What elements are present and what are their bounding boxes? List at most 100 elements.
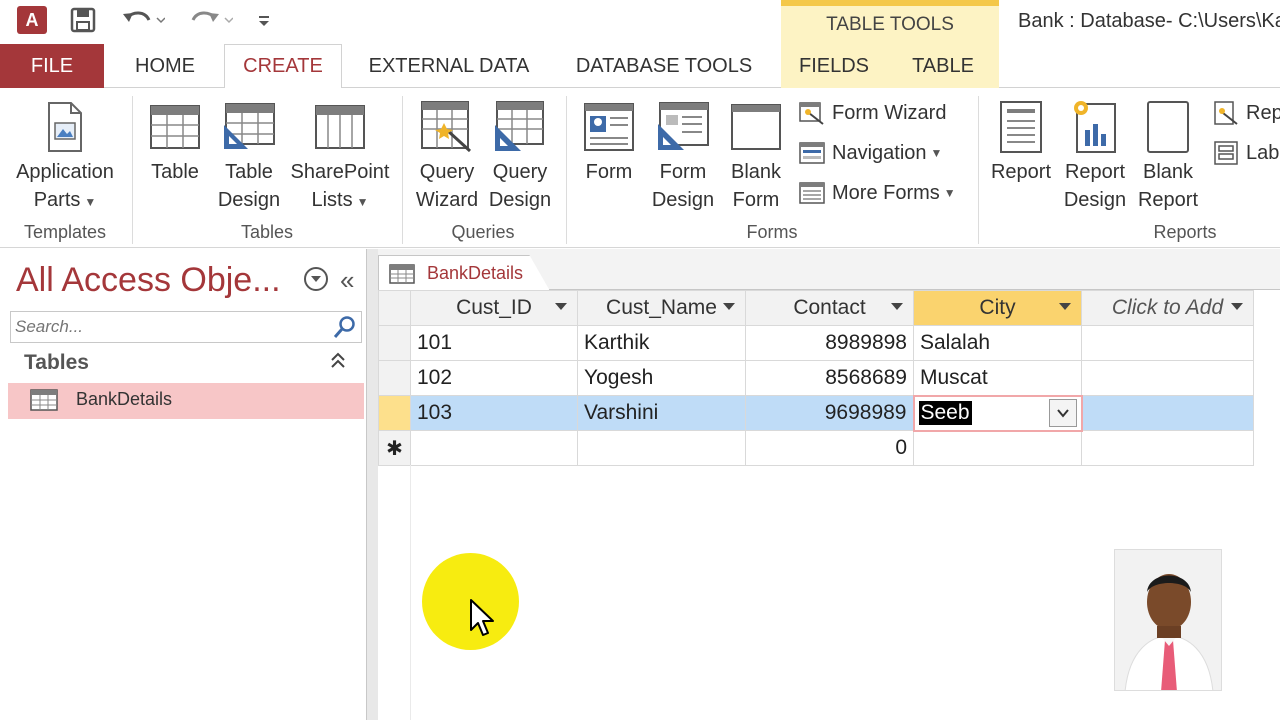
table-row[interactable]: 101 Karthik 8989898 Salalah [378, 325, 1254, 361]
table-design-icon [222, 96, 276, 158]
tab-fields[interactable]: FIELDS [781, 44, 887, 88]
ribbon: Application Parts ▼ Templates Table Table… [0, 88, 1280, 248]
cell-cust-id[interactable]: 103 [410, 395, 578, 431]
blank-report-label-2: Report [1137, 189, 1199, 211]
form-design-button[interactable]: Form Design [648, 96, 718, 214]
undo-icon[interactable] [118, 6, 168, 34]
report-label: Report [990, 161, 1052, 183]
application-parts-button[interactable]: Application Parts ▼ [6, 96, 124, 216]
nav-item-bankdetails[interactable]: BankDetails [8, 383, 364, 419]
collapse-section-icon[interactable] [330, 351, 346, 373]
cell-cust-id[interactable] [410, 430, 578, 466]
cell-click-to-add[interactable] [1081, 325, 1254, 361]
row-selector[interactable] [378, 360, 411, 396]
navigation-button[interactable]: Navigation ▼ [798, 136, 942, 170]
report-design-button[interactable]: Report Design [1060, 96, 1130, 214]
cell-click-to-add[interactable] [1081, 395, 1254, 431]
tables-section-header[interactable]: Tables [8, 349, 364, 379]
cell-contact[interactable]: 8568689 [745, 360, 914, 396]
mouse-pointer-icon [468, 598, 496, 643]
form-button[interactable]: Form [578, 96, 640, 186]
tab-home[interactable]: HOME [118, 44, 212, 88]
report-button[interactable]: Report [988, 96, 1054, 186]
report-design-label-1: Report [1064, 161, 1126, 183]
blank-report-icon [1146, 96, 1190, 158]
group-reports: Reports [1153, 222, 1217, 242]
access-app-icon[interactable]: A [14, 6, 50, 34]
cell-click-to-add[interactable] [1081, 360, 1254, 396]
cell-cust-name[interactable]: Varshini [577, 395, 746, 431]
cell-city-editing[interactable]: Seeb [912, 394, 1083, 432]
table-button[interactable]: Table [144, 96, 206, 186]
column-header-city[interactable]: City [913, 290, 1082, 326]
save-icon[interactable] [66, 6, 100, 34]
column-header-contact[interactable]: Contact [745, 290, 914, 326]
cell-cust-name[interactable]: Karthik [577, 325, 746, 361]
column-dropdown-icon[interactable] [555, 303, 567, 310]
column-header-cust-name[interactable]: Cust_Name [577, 290, 746, 326]
tab-create[interactable]: CREATE [224, 44, 342, 89]
row-selector[interactable] [378, 325, 411, 361]
cell-cust-name[interactable]: Yogesh [577, 360, 746, 396]
search-icon[interactable] [333, 315, 359, 341]
customize-toolbar-icon[interactable] [252, 6, 276, 34]
cell-contact[interactable]: 0 [745, 430, 914, 466]
cell-cust-id[interactable]: 102 [410, 360, 578, 396]
form-design-label-2: Design [651, 189, 715, 211]
window-title: Bank : Database- C:\Users\Ka [1018, 10, 1280, 32]
tab-file[interactable]: FILE [0, 44, 104, 88]
redo-icon[interactable] [186, 6, 236, 34]
collapse-pane-icon[interactable]: « [340, 265, 354, 296]
column-dropdown-icon[interactable] [891, 303, 903, 310]
more-forms-button[interactable]: More Forms ▼ [798, 176, 956, 210]
nav-pane-title[interactable]: All Access Obje... [16, 261, 281, 300]
table-row-current[interactable]: 103 Varshini 9698989 Seeb [378, 394, 1254, 432]
column-header-click-to-add[interactable]: Click to Add [1081, 290, 1254, 326]
tab-database-tools[interactable]: DATABASE TOOLS [562, 44, 766, 88]
cell-cust-name[interactable] [577, 430, 746, 466]
tab-table[interactable]: TABLE [887, 44, 999, 88]
nav-search-box[interactable] [10, 311, 362, 343]
query-design-button[interactable]: Query Design [486, 96, 554, 214]
cell-click-to-add[interactable] [1081, 430, 1254, 466]
blank-form-label-1: Blank [730, 161, 782, 183]
report-wizard-button[interactable]: Rep [1212, 96, 1280, 130]
group-templates: Templates [23, 222, 107, 242]
query-wizard-button[interactable]: Query Wizard [414, 96, 480, 214]
blank-report-button[interactable]: Blank Report [1134, 96, 1202, 214]
sharepoint-lists-button[interactable]: SharePoint Lists ▼ [288, 96, 392, 216]
cell-city[interactable]: Salalah [913, 325, 1082, 361]
column-dropdown-icon[interactable] [723, 303, 735, 310]
city-dropdown-button[interactable] [1048, 399, 1077, 427]
table-icon [389, 263, 415, 284]
labels-button[interactable]: Labe [1212, 136, 1280, 170]
navigation-pane: All Access Obje... « Tables BankDetails [0, 249, 372, 720]
tables-section-label: Tables [24, 351, 89, 374]
column-header-cust-id[interactable]: Cust_ID [410, 290, 578, 326]
column-dropdown-icon[interactable] [1059, 303, 1071, 310]
document-tab-label: BankDetails [427, 263, 524, 283]
nav-menu-chevron-icon[interactable] [304, 267, 328, 291]
blank-form-button[interactable]: Blank Form [724, 96, 788, 214]
tab-external-data[interactable]: EXTERNAL DATA [356, 44, 542, 88]
table-row[interactable]: 102 Yogesh 8568689 Muscat [378, 360, 1254, 396]
cell-city[interactable] [913, 430, 1082, 466]
query-design-label-1: Query [492, 161, 548, 183]
form-wizard-button[interactable]: Form Wizard [798, 96, 946, 130]
cell-city[interactable]: Muscat [913, 360, 1082, 396]
city-combo-value[interactable]: Seeb [918, 401, 972, 425]
cell-contact[interactable]: 9698989 [745, 395, 914, 431]
dropdown-caret-icon: ▼ [84, 195, 97, 209]
row-selector[interactable] [378, 395, 411, 431]
column-dropdown-icon[interactable] [1231, 303, 1243, 310]
cell-contact[interactable]: 8989898 [745, 325, 914, 361]
grid-line [410, 465, 411, 720]
pane-splitter[interactable] [366, 249, 378, 720]
table-design-button[interactable]: Table Design [214, 96, 284, 214]
select-all-corner[interactable] [378, 290, 411, 326]
nav-search-input[interactable] [11, 312, 329, 342]
new-record-row[interactable]: ✱ 0 [378, 430, 1254, 466]
document-tab-bankdetails[interactable]: BankDetails [378, 255, 550, 291]
cell-cust-id[interactable]: 101 [410, 325, 578, 361]
report-wizard-label: Rep [1246, 101, 1280, 124]
